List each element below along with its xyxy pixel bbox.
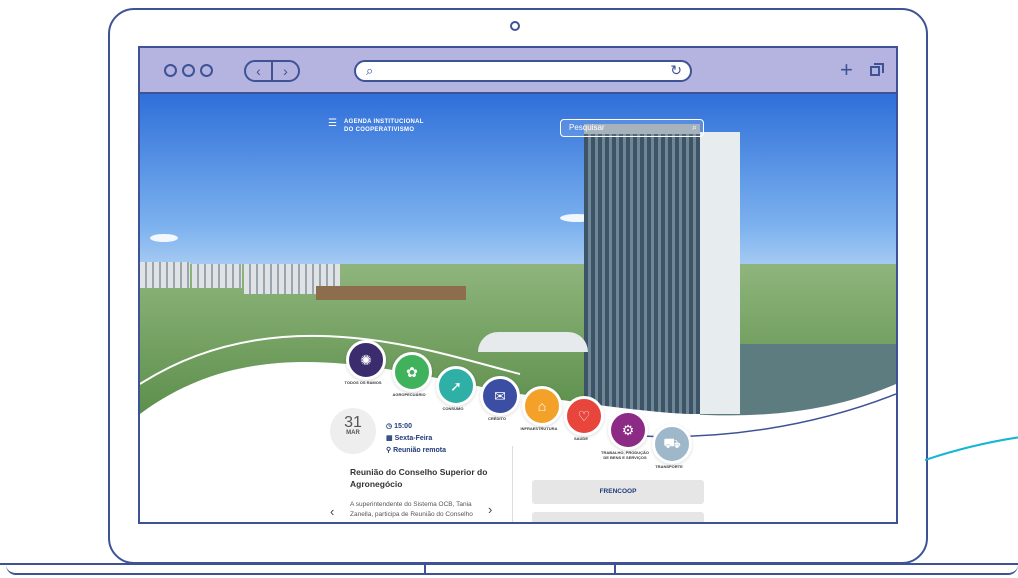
category-consumo[interactable]: ➚ xyxy=(436,366,476,406)
camera-icon xyxy=(510,21,520,31)
search-icon: ⌕ xyxy=(366,63,374,78)
event-time: ◷ 15:00 xyxy=(386,422,412,430)
category-todos-os-ramos[interactable]: ✺ xyxy=(346,340,386,380)
category-saude[interactable]: ♡ xyxy=(564,396,604,436)
browser-toolbar: ‹ › ⌕ ↻ + xyxy=(140,48,896,94)
event-title[interactable]: Reunião do Conselho Superior do Agronegó… xyxy=(350,466,500,490)
event-weekday: ▦ Sexta-Feira xyxy=(386,434,432,442)
frencoop-button[interactable]: FRENCOOP xyxy=(532,480,704,504)
building-image xyxy=(316,286,466,300)
category-label: SAÚDE xyxy=(573,436,588,441)
event-description: A superintendente do Sistema OCB, Tania … xyxy=(350,501,473,518)
chevron-right-icon[interactable]: › xyxy=(273,62,298,80)
category-label: INFRAESTRUTURA xyxy=(520,426,558,431)
calendar-icon: ▦ xyxy=(386,435,395,442)
site-title-line2: DO COOPERATIVISMO xyxy=(344,127,415,133)
site-title-line1: AGENDA INSTITUCIONAL xyxy=(344,119,424,125)
event-weekday-text: Sexta-Feira xyxy=(394,435,433,442)
window-dot-icon[interactable] xyxy=(164,64,177,77)
reload-icon[interactable]: ↻ xyxy=(670,62,682,79)
plus-icon[interactable]: + xyxy=(840,57,853,83)
divider xyxy=(512,446,513,522)
hero-section: ☰ AGENDA INSTITUCIONAL DO COOPERATIVISMO… xyxy=(140,94,896,522)
category-transporte[interactable]: ⛟ xyxy=(652,424,692,464)
event-month: MAR xyxy=(346,430,360,436)
category-label: TRANSPORTE xyxy=(655,464,683,469)
white-wave xyxy=(140,334,896,522)
building-image xyxy=(192,264,242,288)
event-time-text: 15:00 xyxy=(394,423,412,430)
chevron-left-icon[interactable]: ‹ xyxy=(246,62,273,80)
window-dot-icon[interactable] xyxy=(182,64,195,77)
window-controls[interactable] xyxy=(164,61,218,82)
chevron-left-icon[interactable]: ‹ xyxy=(330,504,334,519)
search-input[interactable]: Pesquisar ⌕ xyxy=(560,119,704,137)
site-logo[interactable]: AGENDA INSTITUCIONAL DO COOPERATIVISMO xyxy=(344,118,424,134)
category-infraestrutura[interactable]: ⌂ xyxy=(522,386,562,426)
category-trabalho[interactable]: ⚙ xyxy=(608,410,648,450)
navigation-buttons: ‹ › xyxy=(244,60,300,82)
browser-window: ‹ › ⌕ ↻ + ☰ AGENDA INSTITUCIONAL DO COOP… xyxy=(138,46,898,524)
event-day: 31 xyxy=(344,414,362,431)
category-label: TODOS OS RAMOS xyxy=(344,380,382,385)
search-icon[interactable]: ⌕ xyxy=(692,122,697,133)
category-label: CONSUMO xyxy=(442,406,464,411)
building-image xyxy=(140,262,190,288)
window-dot-icon[interactable] xyxy=(200,64,213,77)
category-label: CRÉDITO xyxy=(488,416,506,421)
event-location-text: Reunião remota xyxy=(393,447,446,454)
address-bar[interactable]: ⌕ ↻ xyxy=(354,60,692,82)
laptop-base-notch xyxy=(424,565,616,573)
hamburger-icon[interactable]: ☰ xyxy=(328,118,337,129)
secondary-button[interactable] xyxy=(532,512,704,522)
chevron-right-icon[interactable]: › xyxy=(488,502,492,517)
sky-background xyxy=(140,94,896,284)
category-label: AGROPECUÁRIO xyxy=(392,392,426,397)
cloud-image xyxy=(150,234,178,242)
search-placeholder: Pesquisar xyxy=(569,123,605,132)
event-date-badge: 31 MAR xyxy=(330,408,376,454)
category-label: TRABALHO, PRODUÇÃO DE BENS E SERVIÇOS xyxy=(601,450,649,460)
clock-icon: ◷ xyxy=(386,423,395,430)
decorative-curve xyxy=(925,436,1018,461)
event-location: ⚲ Reunião remota xyxy=(386,446,446,454)
category-agropecuario[interactable]: ✿ xyxy=(392,352,432,392)
category-credito[interactable]: ✉ xyxy=(480,376,520,416)
tabs-icon[interactable] xyxy=(870,63,884,76)
